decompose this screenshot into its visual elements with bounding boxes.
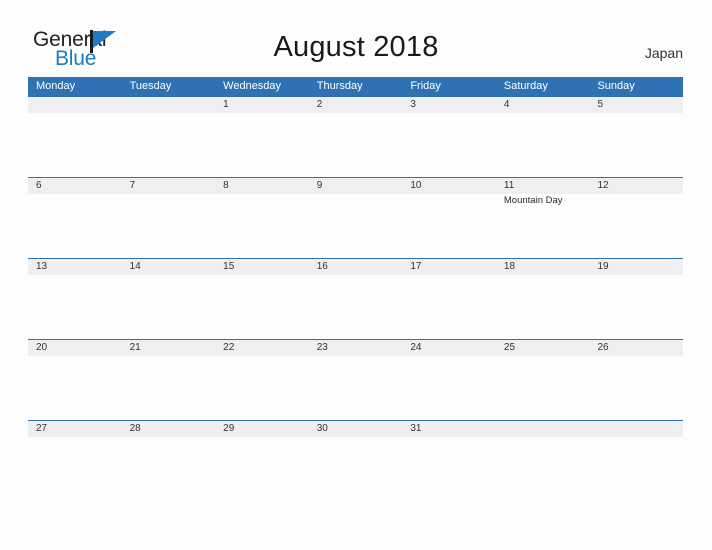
day-cell[interactable] (122, 97, 216, 178)
day-number: 21 (129, 342, 141, 353)
weekday-wednesday: Wednesday (223, 80, 282, 92)
day-cell[interactable]: 24 (402, 340, 496, 421)
day-number: 23 (316, 342, 328, 353)
day-cell[interactable]: 1 (215, 97, 309, 178)
day-number: 9 (316, 180, 323, 191)
day-cell[interactable] (496, 421, 590, 502)
day-cell[interactable] (589, 421, 683, 502)
day-cell[interactable]: 19 (589, 259, 683, 340)
day-number: 8 (223, 180, 229, 191)
weekday-monday: Monday (36, 80, 76, 92)
day-cell[interactable]: 16 (309, 259, 403, 340)
day-number: 29 (223, 423, 235, 434)
day-cell[interactable]: 29 (215, 421, 309, 502)
day-number: 6 (36, 180, 42, 191)
day-cell[interactable]: 10 (402, 178, 496, 259)
day-number: 2 (316, 99, 323, 110)
day-number (36, 97, 122, 113)
calendar-week-row: 6 7 8 9 10 11 Mountain Day 12 (28, 177, 683, 258)
day-cell[interactable]: 4 (496, 97, 590, 178)
calendar-week-row: 1 2 3 4 5 (28, 96, 683, 177)
day-cell[interactable]: 21 (122, 340, 216, 421)
day-number: 25 (503, 342, 516, 353)
day-number: 26 (597, 342, 609, 353)
day-cell[interactable]: 27 (28, 421, 122, 502)
day-cell[interactable]: 9 (309, 178, 403, 259)
day-cell[interactable]: 13 (28, 259, 122, 340)
day-number: 7 (129, 180, 136, 191)
day-number (504, 421, 590, 437)
day-cell[interactable]: 5 (589, 97, 683, 178)
day-cell[interactable]: 7 (122, 178, 216, 259)
page-title: August 2018 (273, 31, 439, 63)
day-cell[interactable]: 30 (309, 421, 403, 502)
calendar-week-row: 27 28 29 30 31 (28, 420, 683, 501)
country-label: Japan (644, 45, 683, 61)
weekday-header-row: Monday Tuesday Wednesday Thursday Friday… (28, 77, 683, 96)
day-number: 11 (503, 180, 515, 191)
day-cell[interactable]: 12 (589, 178, 683, 259)
day-number: 13 (36, 261, 48, 272)
weekday-sunday: Sunday (597, 80, 635, 92)
weekday-thursday: Thursday (316, 80, 363, 92)
day-number: 30 (316, 423, 328, 434)
day-number: 18 (503, 261, 516, 272)
day-number: 22 (223, 342, 235, 353)
day-number (130, 97, 216, 113)
calendar-grid: Monday Tuesday Wednesday Thursday Friday… (28, 77, 683, 501)
calendar-week-row: 20 21 22 23 24 25 26 (28, 339, 683, 420)
day-cell[interactable]: 3 (402, 97, 496, 178)
day-cell[interactable]: 17 (402, 259, 496, 340)
day-cell[interactable]: 14 (122, 259, 216, 340)
day-cell[interactable]: 15 (215, 259, 309, 340)
day-cell[interactable]: 23 (309, 340, 403, 421)
day-cell[interactable]: 25 (496, 340, 590, 421)
day-number: 15 (223, 261, 235, 272)
day-number: 19 (597, 261, 609, 272)
day-number: 5 (597, 99, 604, 110)
day-event: Mountain Day (503, 195, 563, 206)
day-number: 12 (597, 180, 609, 191)
day-cell[interactable]: 6 (28, 178, 122, 259)
day-number: 20 (36, 342, 48, 353)
day-cell[interactable]: 26 (589, 340, 683, 421)
day-cell[interactable]: 22 (215, 340, 309, 421)
day-number: 28 (129, 423, 141, 434)
day-number: 16 (316, 261, 328, 272)
day-number: 24 (410, 342, 422, 353)
day-cell[interactable]: 2 (309, 97, 403, 178)
day-cell[interactable]: 20 (28, 340, 122, 421)
day-cell[interactable]: 18 (496, 259, 590, 340)
day-number (597, 421, 683, 437)
page-header: General Blue August 2018 Japan (0, 0, 712, 76)
weekday-tuesday: Tuesday (129, 80, 172, 92)
day-number: 17 (410, 261, 422, 272)
day-number: 1 (223, 99, 229, 110)
day-cell[interactable]: 11 Mountain Day (496, 178, 590, 259)
weekday-friday: Friday (410, 80, 441, 92)
day-cell[interactable] (28, 97, 122, 178)
weekday-saturday: Saturday (503, 80, 548, 92)
day-number: 14 (129, 261, 141, 272)
calendar-page: General Blue August 2018 Japan Monday Tu… (0, 0, 712, 550)
day-number: 27 (36, 423, 48, 434)
calendar-week-row: 13 14 15 16 17 18 19 (28, 258, 683, 339)
day-number: 4 (503, 99, 510, 110)
day-number: 3 (410, 99, 416, 110)
day-number: 10 (410, 180, 422, 191)
day-number: 31 (410, 423, 422, 434)
day-cell[interactable]: 28 (122, 421, 216, 502)
day-cell[interactable]: 8 (215, 178, 309, 259)
day-cell[interactable]: 31 (402, 421, 496, 502)
